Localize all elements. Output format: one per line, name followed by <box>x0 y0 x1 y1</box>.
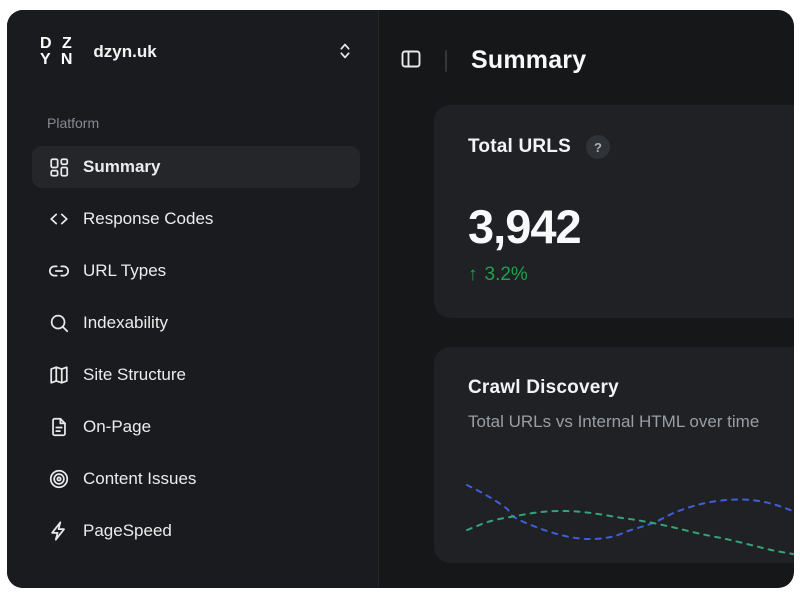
main-content: Total URLS ? 3,942 ↑ 3.2% Crawl Discover… <box>434 105 794 563</box>
sidebar-item-label: Summary <box>83 157 160 177</box>
site-name: dzyn.uk <box>93 42 316 62</box>
sidebar-section-label: Platform <box>47 115 360 131</box>
arrow-up-icon: ↑ <box>468 264 478 286</box>
crawl-discovery-subtitle: Total URLs vs Internal HTML over time <box>468 412 794 432</box>
header-divider <box>445 50 447 72</box>
sidebar-item-summary[interactable]: Summary <box>32 146 360 188</box>
sidebar-toggle-button[interactable] <box>399 47 423 74</box>
sidebar-item-label: Content Issues <box>83 469 196 489</box>
sidebar-item-site-structure[interactable]: Site Structure <box>32 354 360 396</box>
panel-left-icon <box>399 47 423 74</box>
sidebar-item-label: PageSpeed <box>83 521 172 541</box>
crawl-discovery-chart <box>461 470 794 563</box>
app-window: D ZY N dzyn.uk Platform Summary Respon <box>7 10 794 588</box>
chart-line-total-urls <box>467 485 794 539</box>
main-area: Summary Total URLS ? 3,942 ↑ 3.2% Crawl … <box>379 10 794 588</box>
total-urls-value: 3,942 <box>468 199 794 254</box>
sidebar-item-content-issues[interactable]: Content Issues <box>32 458 360 500</box>
page-title: Summary <box>471 46 586 75</box>
total-urls-card-title: Total URLS <box>468 136 571 158</box>
sidebar-item-pagespeed[interactable]: PageSpeed <box>32 510 360 552</box>
total-urls-card: Total URLS ? 3,942 ↑ 3.2% <box>434 105 794 318</box>
sidebar-item-label: On-Page <box>83 417 151 437</box>
crawl-discovery-title: Crawl Discovery <box>468 377 794 399</box>
map-icon <box>48 364 70 386</box>
sidebar-item-response-codes[interactable]: Response Codes <box>32 198 360 240</box>
main-header: Summary <box>379 10 794 75</box>
sidebar: D ZY N dzyn.uk Platform Summary Respon <box>7 10 379 588</box>
crawl-discovery-card: Crawl Discovery Total URLs vs Internal H… <box>434 347 794 563</box>
document-icon <box>48 416 70 438</box>
sidebar-item-url-types[interactable]: URL Types <box>32 250 360 292</box>
crawl-discovery-chart-area <box>461 470 794 563</box>
logo-line-2: Y N <box>40 51 75 68</box>
total-urls-delta-value: 3.2% <box>485 264 528 286</box>
logo-line-1: D Z <box>40 35 75 52</box>
sidebar-item-label: Site Structure <box>83 365 186 385</box>
project-switcher-button[interactable] <box>334 40 356 65</box>
target-icon <box>48 468 70 490</box>
dzyn-logo: D ZY N <box>40 36 75 69</box>
dashboard-grid-icon <box>48 156 70 178</box>
sidebar-nav: Summary Response Codes URL Types Indexab… <box>32 146 360 552</box>
sidebar-item-label: Response Codes <box>83 209 213 229</box>
search-icon <box>48 312 70 334</box>
code-icon <box>48 208 70 230</box>
sidebar-item-label: Indexability <box>83 313 168 333</box>
sidebar-item-label: URL Types <box>83 261 166 281</box>
lightning-icon <box>48 520 70 542</box>
total-urls-delta: ↑ 3.2% <box>468 264 794 286</box>
sidebar-item-on-page[interactable]: On-Page <box>32 406 360 448</box>
link-icon <box>48 260 70 282</box>
help-icon[interactable]: ? <box>586 135 610 159</box>
sidebar-item-indexability[interactable]: Indexability <box>32 302 360 344</box>
project-switcher[interactable]: D ZY N dzyn.uk <box>32 36 360 69</box>
chevrons-up-down-icon <box>334 40 356 65</box>
